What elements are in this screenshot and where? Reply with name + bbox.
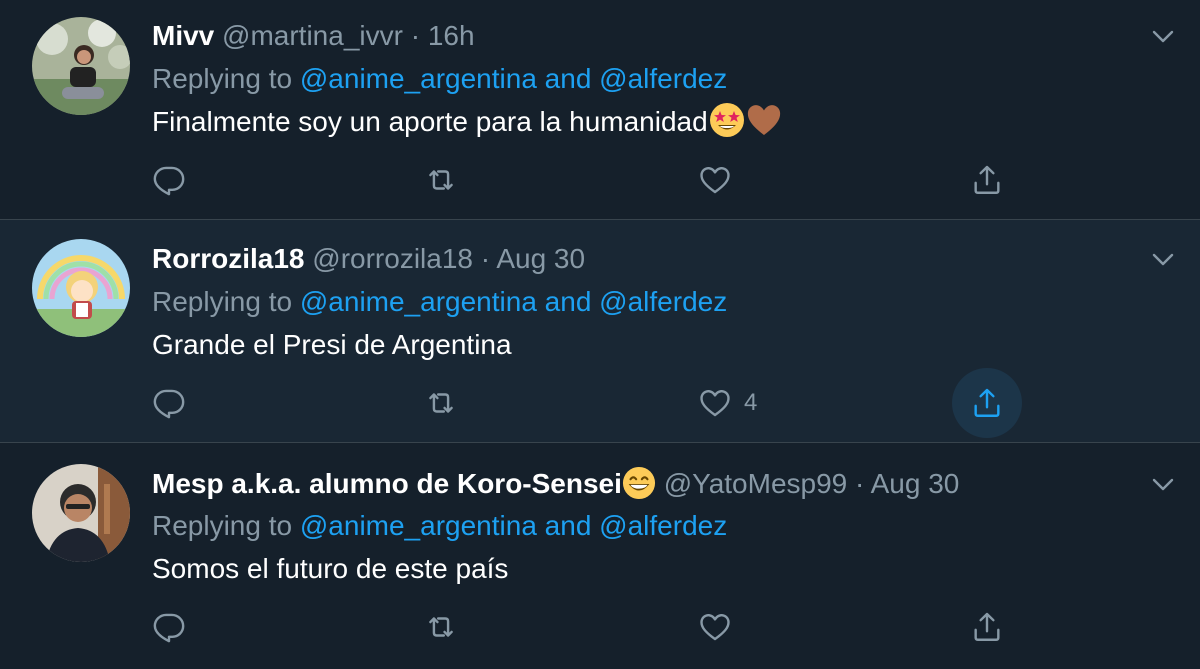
like-icon-wrap [680,145,750,215]
tweet-menu-button[interactable] [1150,246,1176,272]
share-button[interactable] [952,368,1022,438]
avatar[interactable] [32,239,130,337]
tweet-text-content: Somos el futuro de este país [152,553,509,584]
replying-to: Replying to @anime_argentina and @alferd… [152,61,727,97]
grinning-face-emoji [622,466,656,500]
reply-icon-wrap [134,145,204,215]
tweet-text-content: Finalmente soy un aporte para la humanid… [152,106,708,137]
share-icon-wrap [952,368,1022,438]
tweet-header: Rorrozila18 @rorrozila18 · Aug 30 [152,239,585,279]
retweet-icon-wrap [406,592,476,662]
user-handle[interactable]: @rorrozila18 [312,243,473,274]
avatar[interactable] [32,464,130,562]
replying-to-label: Replying to [152,286,293,317]
reply-icon [153,389,185,419]
share-button[interactable] [970,152,1022,208]
mention-link[interactable]: @alferdez [599,510,727,541]
avatar[interactable] [32,17,130,115]
mention-link[interactable]: @anime_argentina [300,510,537,541]
user-handle[interactable]: @martina_ivvr [222,20,403,51]
like-icon-wrap [680,368,750,438]
reply-button[interactable] [152,599,204,655]
timestamp[interactable]: Aug 30 [496,243,585,274]
retweet-icon [429,393,453,413]
retweet-icon [429,170,453,190]
tweet-card[interactable]: Mivv @martina_ivvr · 16h Replying to @an… [0,0,1200,220]
display-name[interactable]: Mesp a.k.a. alumno de Koro-Sensei [152,468,622,499]
chevron-down-icon [1152,253,1174,266]
tweet-header: Mesp a.k.a. alumno de Koro-Sensei @YatoM… [152,464,959,504]
heart-icon [700,167,730,194]
like-button[interactable] [698,152,744,208]
mention-link[interactable]: @anime_argentina [300,286,537,317]
replying-to-label: Replying to [152,63,293,94]
display-name[interactable]: Mivv [152,20,214,51]
share-icon-wrap [952,592,1022,662]
retweet-icon [429,617,453,637]
timestamp[interactable]: 16h [428,20,475,51]
tweet-header: Mivv @martina_ivvr · 16h [152,16,475,56]
share-button[interactable] [970,599,1022,655]
like-button[interactable]: 4 [698,375,757,431]
replying-to: Replying to @anime_argentina and @alferd… [152,284,727,320]
tweet-card[interactable]: Mesp a.k.a. alumno de Koro-Sensei @YatoM… [0,443,1200,669]
and-text: and [544,63,592,94]
reply-button[interactable] [152,375,204,431]
replies-timeline: Mivv @martina_ivvr · 16h Replying to @an… [0,0,1200,669]
tweet-menu-button[interactable] [1150,471,1176,497]
tweet-actions [152,152,1032,208]
tweet-text: Finalmente soy un aporte para la humanid… [152,102,782,142]
timestamp[interactable]: Aug 30 [871,468,960,499]
and-text: and [544,286,592,317]
share-icon-wrap [952,145,1022,215]
star-struck-emoji [709,102,745,138]
heart-icon [700,390,730,417]
mention-link[interactable]: @alferdez [599,286,727,317]
reply-icon-wrap [134,592,204,662]
retweet-button[interactable] [424,152,476,208]
retweet-icon-wrap [406,145,476,215]
separator-dot: · [410,20,421,51]
reply-icon [153,166,185,196]
display-name[interactable]: Rorrozila18 [152,243,305,274]
share-icon [974,165,1000,194]
tweet-menu-button[interactable] [1150,23,1176,49]
tweet-text-content: Grande el Presi de Argentina [152,329,512,360]
reply-icon [153,613,185,643]
reply-button[interactable] [152,152,204,208]
and-text: and [544,510,592,541]
tweet-actions: 4 [152,368,1032,438]
mention-link[interactable]: @alferdez [599,63,727,94]
separator-dot: · [855,468,865,499]
tweet-card[interactable]: Rorrozila18 @rorrozila18 · Aug 30 Replyi… [0,220,1200,443]
replying-to: Replying to @anime_argentina and @alferd… [152,508,727,544]
retweet-icon-wrap [406,368,476,438]
like-button[interactable] [698,599,744,655]
share-icon [974,388,1000,417]
tweet-text: Grande el Presi de Argentina [152,325,512,365]
retweet-button[interactable] [424,599,476,655]
replying-to-label: Replying to [152,510,293,541]
tweet-text: Somos el futuro de este país [152,549,508,589]
brown-heart-emoji [746,102,782,138]
heart-icon [700,614,730,641]
separator-dot: · [480,243,491,274]
share-icon [974,612,1000,641]
chevron-down-icon [1152,30,1174,43]
like-count: 4 [744,389,758,416]
like-icon-wrap [680,592,750,662]
chevron-down-icon [1152,478,1174,491]
mention-link[interactable]: @anime_argentina [300,63,537,94]
retweet-button[interactable] [424,375,476,431]
user-handle[interactable]: @YatoMesp99 [664,468,848,499]
reply-icon-wrap [134,368,204,438]
tweet-actions [152,599,1032,655]
